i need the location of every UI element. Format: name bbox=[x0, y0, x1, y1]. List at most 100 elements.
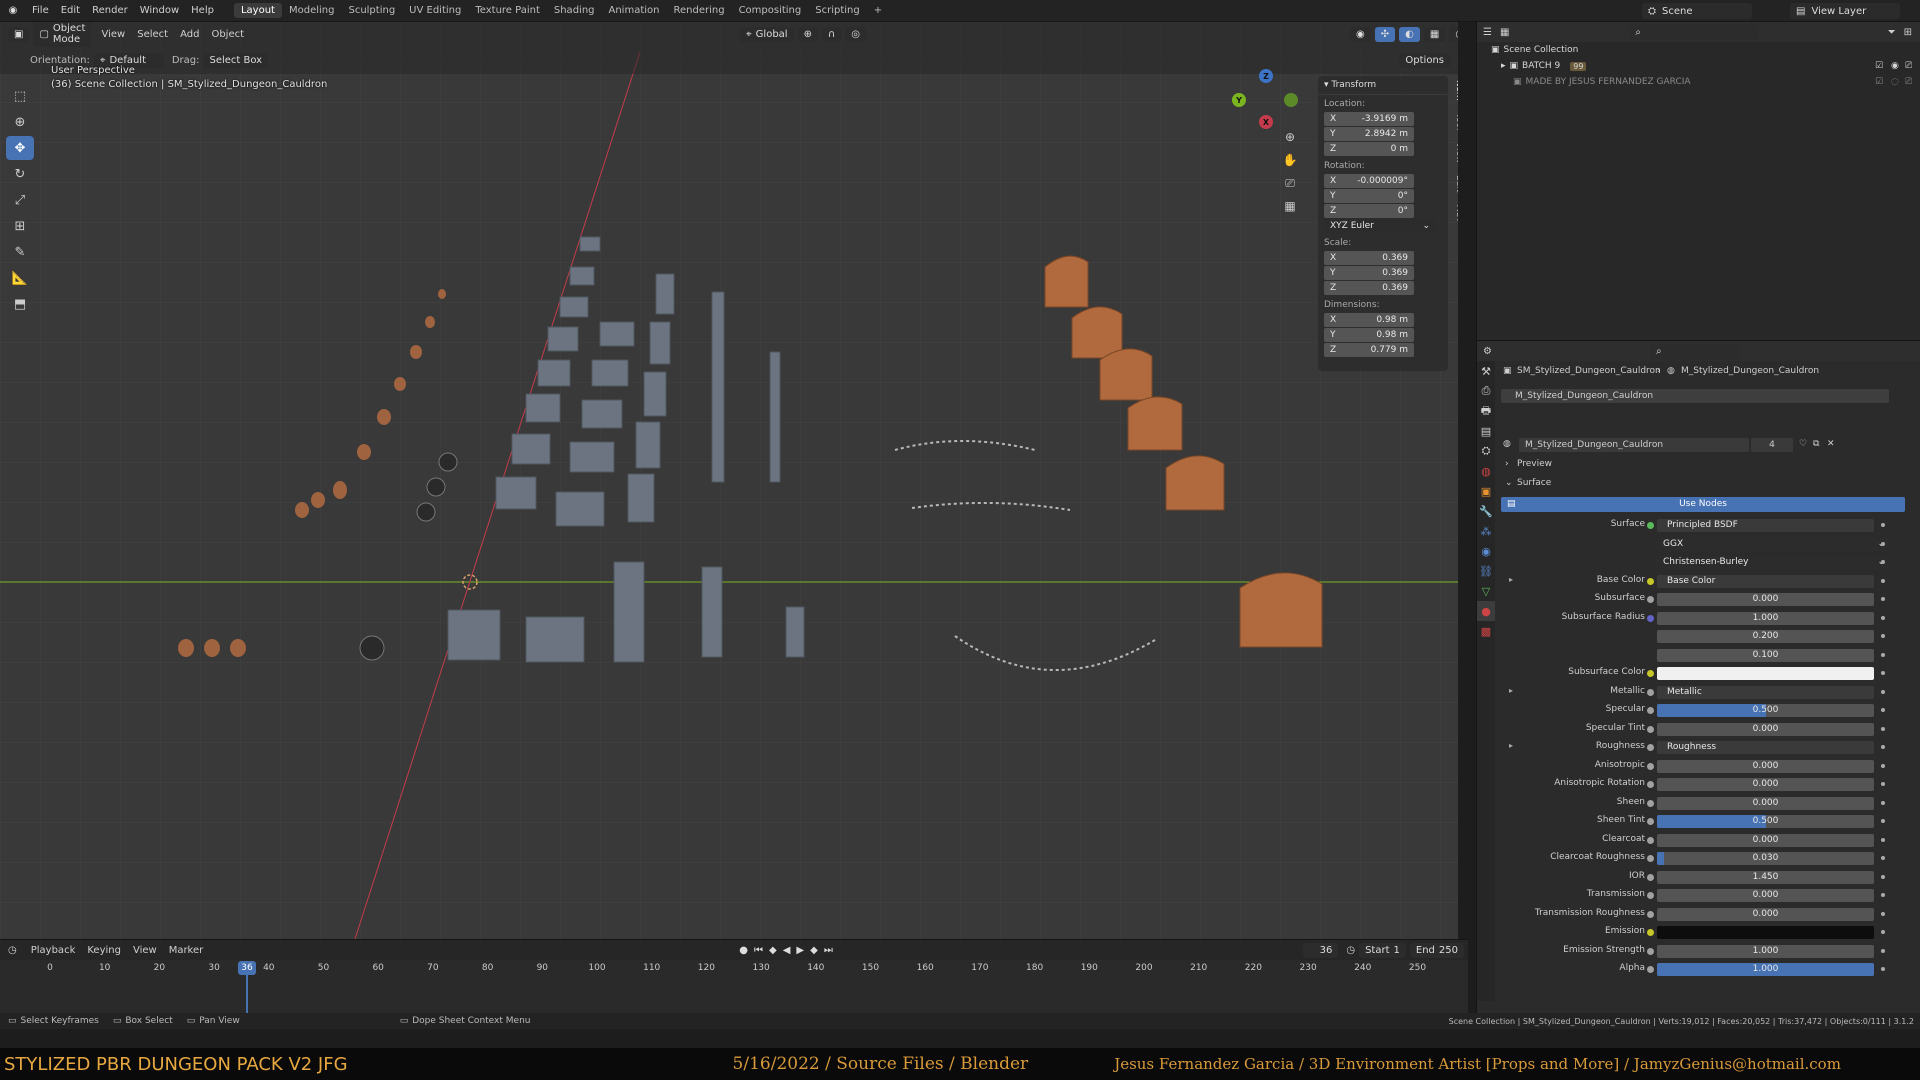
drag-dropdown[interactable]: Select Box bbox=[203, 52, 269, 68]
next-keyframe-icon[interactable]: ◆ bbox=[810, 945, 818, 956]
keyframe-dot-icon[interactable] bbox=[1881, 634, 1885, 638]
timeline-editor[interactable]: ◷ Playback Keying View Marker ● ⏮ ◆ ◀ ▶ ◆ ⏭… bbox=[0, 939, 1468, 1014]
keyframe-dot-icon[interactable] bbox=[1881, 893, 1885, 897]
keyframe-dot-icon[interactable] bbox=[1881, 615, 1885, 620]
duplicate-icon[interactable]: ⧉ bbox=[1813, 439, 1819, 449]
cauldron-prop[interactable] bbox=[1071, 306, 1123, 359]
egg-prop[interactable] bbox=[178, 639, 194, 657]
socket-icon[interactable] bbox=[1647, 707, 1654, 714]
playhead-line[interactable] bbox=[246, 975, 248, 1014]
camera-icon[interactable]: ⎚ bbox=[1905, 77, 1912, 87]
camera-icon[interactable]: ⎚ bbox=[1905, 61, 1912, 71]
material-slot-item[interactable]: M_Stylized_Dungeon_Cauldron bbox=[1501, 389, 1889, 403]
column-piece[interactable] bbox=[701, 566, 723, 658]
linked-input-field[interactable]: Base Color bbox=[1657, 574, 1874, 588]
location-z-field[interactable]: Z 0 m bbox=[1324, 142, 1414, 156]
socket-icon[interactable] bbox=[1647, 614, 1654, 622]
jump-end-icon[interactable]: ⏭ bbox=[824, 945, 833, 956]
outliner-item[interactable]: ▣ MADE BY JESUS FERNANDEZ GARCIA ☑ ◌ ⎚ bbox=[1477, 74, 1920, 90]
cauldron-prop[interactable] bbox=[1127, 396, 1183, 451]
keyframe-dot-icon[interactable] bbox=[1881, 763, 1885, 768]
zoom-icon[interactable]: ⊕ bbox=[1280, 127, 1300, 147]
socket-icon[interactable] bbox=[1647, 892, 1654, 899]
workspace-tab-modeling[interactable]: Modeling bbox=[282, 3, 342, 18]
keyframe-dot-icon[interactable] bbox=[1881, 523, 1885, 527]
distribution-dropdown[interactable]: Christensen-Burley⌄ bbox=[1657, 556, 1889, 569]
menu-render[interactable]: Render bbox=[86, 5, 134, 16]
egg-prop[interactable] bbox=[377, 409, 391, 425]
pillar-piece[interactable] bbox=[559, 296, 589, 318]
timeline-ruler[interactable]: 0 10 20 30 40 50 60 70 80 90 100 110 120 130 140 150 160… bbox=[0, 961, 1468, 975]
rotation-z-field[interactable]: Z 0° bbox=[1324, 204, 1414, 218]
timeline-menu-keying[interactable]: Keying bbox=[81, 945, 127, 956]
view-layer-selector[interactable]: ▤ View Layer bbox=[1790, 3, 1900, 19]
new-collection-icon[interactable]: ⊞ bbox=[1904, 27, 1912, 38]
shading-modes[interactable]: ○●●● bbox=[1449, 26, 1458, 42]
socket-icon[interactable] bbox=[1647, 522, 1654, 529]
pot-prop[interactable] bbox=[426, 477, 446, 497]
gizmo-z-axis[interactable]: Z bbox=[1259, 69, 1273, 83]
location-x-field[interactable]: X -3.9169 m bbox=[1324, 112, 1414, 126]
socket-icon[interactable] bbox=[1647, 910, 1654, 918]
socket-icon[interactable] bbox=[1647, 818, 1654, 825]
egg-prop[interactable] bbox=[357, 444, 371, 460]
keyframe-dot-icon[interactable] bbox=[1881, 948, 1885, 953]
xray-toggle[interactable]: ▦ bbox=[1423, 26, 1446, 42]
display-mode-icon[interactable]: ▦ bbox=[1500, 27, 1509, 38]
select-tool-icon[interactable]: ⬚ bbox=[6, 84, 34, 108]
surface-panel-header[interactable]: ⌄ Surface bbox=[1501, 477, 1915, 492]
numeric-slider[interactable]: 0.500 bbox=[1657, 815, 1874, 828]
keyframe-dot-icon[interactable] bbox=[1881, 967, 1885, 971]
socket-icon[interactable] bbox=[1647, 577, 1654, 585]
pot-prop[interactable] bbox=[359, 635, 385, 661]
keyframe-dot-icon[interactable] bbox=[1881, 745, 1885, 749]
sidebar-tab-act[interactable]: ACT bbox=[1452, 201, 1458, 227]
visibility-dropdown[interactable]: ◉ bbox=[1350, 26, 1371, 42]
tall-column[interactable] bbox=[769, 351, 781, 483]
keyframe-dot-icon[interactable] bbox=[1881, 911, 1885, 916]
socket-icon[interactable] bbox=[1647, 873, 1654, 881]
cauldron-prop[interactable] bbox=[1165, 455, 1225, 511]
material-tab-icon[interactable]: ● bbox=[1477, 601, 1495, 621]
keyframe-dot-icon[interactable] bbox=[1881, 597, 1885, 601]
numeric-slider[interactable]: 0.000 bbox=[1657, 796, 1874, 810]
egg-prop[interactable] bbox=[438, 289, 446, 299]
keyframe-dot-icon[interactable] bbox=[1881, 856, 1885, 860]
numeric-slider[interactable]: 0.500 bbox=[1657, 704, 1874, 717]
column-piece[interactable] bbox=[613, 561, 645, 663]
column-piece[interactable] bbox=[649, 321, 671, 365]
3d-viewport[interactable]: ▣ ▢ Object Mode View Select Add Object ⌖ Glob… bbox=[0, 22, 1458, 939]
overlay-toggle[interactable]: ◐ bbox=[1399, 26, 1420, 42]
material-name-field[interactable]: M_Stylized_Dungeon_Cauldron bbox=[1519, 438, 1749, 452]
keyframe-dot-icon[interactable] bbox=[1881, 726, 1885, 731]
socket-icon[interactable] bbox=[1647, 670, 1654, 677]
egg-prop[interactable] bbox=[204, 639, 220, 657]
numeric-slider[interactable]: 0.000 bbox=[1657, 722, 1874, 736]
transform-panel-title[interactable]: ▾ Transform bbox=[1318, 76, 1448, 95]
render-tab-icon[interactable]: ⎙ bbox=[1477, 381, 1495, 401]
workspace-tab-scripting[interactable]: Scripting bbox=[808, 3, 866, 18]
annotate-tool-icon[interactable]: ✎ bbox=[6, 240, 34, 264]
output-tab-icon[interactable]: 🖶 bbox=[1477, 401, 1495, 421]
menu-edit[interactable]: Edit bbox=[55, 5, 86, 16]
egg-prop[interactable] bbox=[295, 502, 309, 518]
cursor-tool-icon[interactable]: ⊕ bbox=[6, 110, 34, 134]
viewport-menu-view[interactable]: View bbox=[95, 29, 131, 40]
color-swatch[interactable] bbox=[1657, 926, 1874, 939]
slab-piece[interactable] bbox=[447, 609, 501, 661]
socket-icon[interactable] bbox=[1647, 688, 1654, 696]
keyframe-dot-icon[interactable] bbox=[1881, 708, 1885, 712]
material-slot-list[interactable]: M_Stylized_Dungeon_Cauldron bbox=[1501, 389, 1915, 404]
slab-piece[interactable] bbox=[525, 616, 585, 663]
use-nodes-button[interactable]: ▤ Use Nodes bbox=[1501, 497, 1905, 512]
color-swatch[interactable] bbox=[1657, 667, 1874, 680]
keyframe-dot-icon[interactable] bbox=[1881, 560, 1885, 564]
numeric-slider[interactable]: 0.000 bbox=[1657, 759, 1874, 773]
gizmo-toggle[interactable]: ✣ bbox=[1374, 26, 1396, 42]
tool-tab-icon[interactable]: ⚒ bbox=[1477, 361, 1495, 381]
workspace-tab-compositing[interactable]: Compositing bbox=[732, 3, 809, 18]
pillar-piece[interactable] bbox=[579, 236, 601, 252]
socket-icon[interactable] bbox=[1647, 947, 1654, 955]
user-count-badge[interactable]: 4 bbox=[1751, 438, 1793, 452]
scale-z-field[interactable]: Z 0.369 bbox=[1324, 281, 1414, 295]
